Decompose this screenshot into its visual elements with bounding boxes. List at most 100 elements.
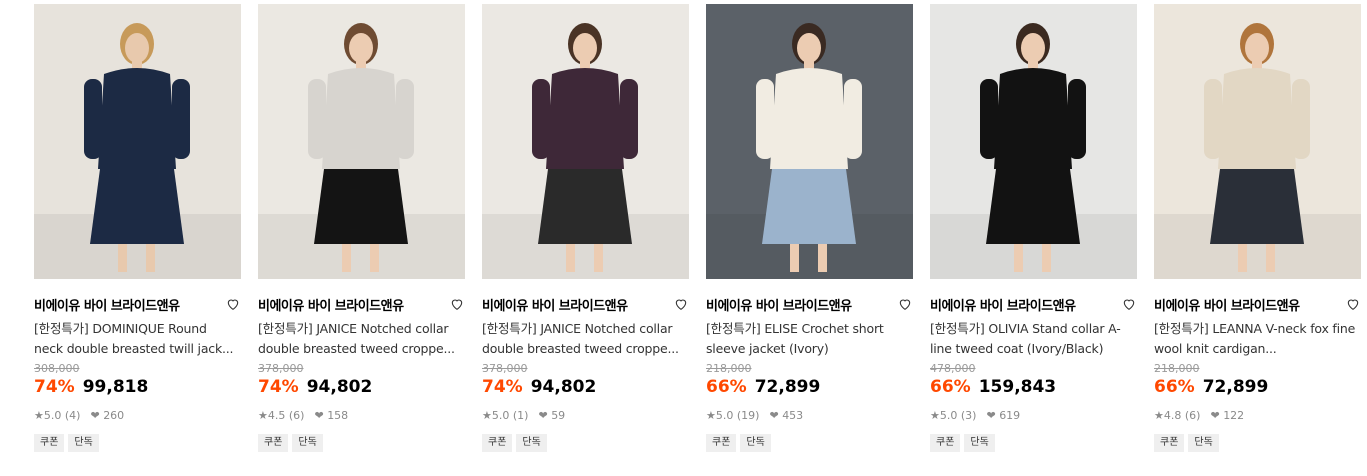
product-image[interactable] [1154, 4, 1361, 279]
discount-rate: 66% [1154, 377, 1195, 397]
likes: ❤ 59 [538, 409, 565, 422]
model-photo [706, 4, 913, 279]
product-image[interactable] [34, 4, 241, 279]
model-photo [258, 4, 465, 279]
original-price: 478,000 [930, 362, 976, 375]
likes-count: 158 [327, 408, 349, 422]
product-grid: 비에이유 바이 브라이드앤유 [한정특가] DOMINIQUE Round ne… [0, 0, 1367, 476]
star-icon: ★ [258, 408, 268, 422]
star-icon: ★ [482, 408, 492, 422]
product-title[interactable]: [한정특가] OLIVIA Stand collar A-line tweed … [930, 319, 1137, 359]
star-icon: ★ [706, 408, 716, 422]
badge: 단독 [292, 434, 323, 452]
badge: 단독 [740, 434, 771, 452]
likes-count: 59 [551, 408, 566, 422]
original-price: 378,000 [482, 362, 528, 375]
model-photo [482, 4, 689, 279]
rating: ★5.0 (19) [706, 409, 759, 422]
original-price: 378,000 [258, 362, 304, 375]
rating: ★5.0 (4) [34, 409, 80, 422]
discount-rate: 74% [482, 377, 523, 397]
original-price: 218,000 [706, 362, 752, 375]
rating-value: 4.5 [267, 408, 286, 422]
rating-value: 5.0 [491, 408, 510, 422]
sale-price: 159,843 [978, 377, 1057, 397]
heart-icon: ❤ [90, 408, 100, 422]
product-card[interactable]: 비에이유 바이 브라이드앤유 [한정특가] LEANNA V-neck fox … [1154, 4, 1361, 452]
likes-count: 260 [103, 408, 125, 422]
likes-count: 453 [782, 408, 804, 422]
badge: 쿠폰 [258, 434, 289, 452]
product-image[interactable] [930, 4, 1137, 279]
model-photo [34, 4, 241, 279]
heart-icon: ❤ [538, 408, 548, 422]
product-card[interactable]: 비에이유 바이 브라이드앤유 [한정특가] DOMINIQUE Round ne… [34, 4, 241, 452]
product-title[interactable]: [한정특가] ELISE Crochet short sleeve jacket… [706, 319, 913, 359]
product-brand[interactable]: 비에이유 바이 브라이드앤유 [34, 295, 180, 314]
rating-value: 5.0 [43, 408, 62, 422]
product-image[interactable] [258, 4, 465, 279]
product-image[interactable] [706, 4, 913, 279]
sale-price: 72,899 [754, 377, 821, 397]
heart-icon: ❤ [1210, 408, 1220, 422]
wishlist-heart-icon[interactable] [225, 296, 241, 312]
review-count: (6) [288, 408, 305, 422]
product-card[interactable]: 비에이유 바이 브라이드앤유 [한정특가] OLIVIA Stand colla… [930, 4, 1137, 452]
likes: ❤ 158 [314, 409, 348, 422]
likes: ❤ 122 [1210, 409, 1244, 422]
review-count: (1) [512, 408, 529, 422]
product-title[interactable]: [한정특가] JANICE Notched collar double brea… [482, 319, 689, 359]
badge: 쿠폰 [34, 434, 65, 452]
product-brand[interactable]: 비에이유 바이 브라이드앤유 [258, 295, 404, 314]
likes: ❤ 619 [986, 409, 1020, 422]
wishlist-heart-icon[interactable] [1121, 296, 1137, 312]
badge: 쿠폰 [930, 434, 961, 452]
rating: ★5.0 (3) [930, 409, 976, 422]
product-title[interactable]: [한정특가] DOMINIQUE Round neck double breas… [34, 319, 241, 359]
sale-price: 94,802 [530, 377, 597, 397]
product-brand[interactable]: 비에이유 바이 브라이드앤유 [706, 295, 852, 314]
star-icon: ★ [1154, 408, 1164, 422]
wishlist-heart-icon[interactable] [1345, 296, 1361, 312]
discount-rate: 74% [258, 377, 299, 397]
product-brand[interactable]: 비에이유 바이 브라이드앤유 [482, 295, 628, 314]
wishlist-heart-icon[interactable] [673, 296, 689, 312]
badge: 단독 [964, 434, 995, 452]
review-count: (6) [1184, 408, 1201, 422]
product-title[interactable]: [한정특가] JANICE Notched collar double brea… [258, 319, 465, 359]
product-title[interactable]: [한정특가] LEANNA V-neck fox fine wool knit … [1154, 319, 1361, 359]
model-photo [1154, 4, 1361, 279]
badge: 쿠폰 [482, 434, 513, 452]
product-card[interactable]: 비에이유 바이 브라이드앤유 [한정특가] JANICE Notched col… [482, 4, 689, 452]
likes-count: 619 [999, 408, 1021, 422]
discount-rate: 66% [706, 377, 747, 397]
rating: ★4.5 (6) [258, 409, 304, 422]
discount-rate: 66% [930, 377, 971, 397]
heart-icon: ❤ [986, 408, 996, 422]
review-count: (4) [64, 408, 81, 422]
product-image[interactable] [482, 4, 689, 279]
sale-price: 94,802 [306, 377, 373, 397]
star-icon: ★ [34, 408, 44, 422]
wishlist-heart-icon[interactable] [449, 296, 465, 312]
likes: ❤ 260 [90, 409, 124, 422]
original-price: 218,000 [1154, 362, 1200, 375]
original-price: 308,000 [34, 362, 80, 375]
product-card[interactable]: 비에이유 바이 브라이드앤유 [한정특가] ELISE Crochet shor… [706, 4, 913, 452]
badge: 단독 [68, 434, 99, 452]
heart-icon: ❤ [314, 408, 324, 422]
badge: 쿠폰 [706, 434, 737, 452]
product-brand[interactable]: 비에이유 바이 브라이드앤유 [1154, 295, 1300, 314]
badge: 단독 [1188, 434, 1219, 452]
rating-value: 5.0 [939, 408, 958, 422]
model-photo [930, 4, 1137, 279]
review-count: (3) [960, 408, 977, 422]
badge: 단독 [516, 434, 547, 452]
likes: ❤ 453 [769, 409, 803, 422]
rating: ★4.8 (6) [1154, 409, 1200, 422]
product-brand[interactable]: 비에이유 바이 브라이드앤유 [930, 295, 1076, 314]
discount-rate: 74% [34, 377, 75, 397]
product-card[interactable]: 비에이유 바이 브라이드앤유 [한정특가] JANICE Notched col… [258, 4, 465, 452]
star-icon: ★ [930, 408, 940, 422]
wishlist-heart-icon[interactable] [897, 296, 913, 312]
